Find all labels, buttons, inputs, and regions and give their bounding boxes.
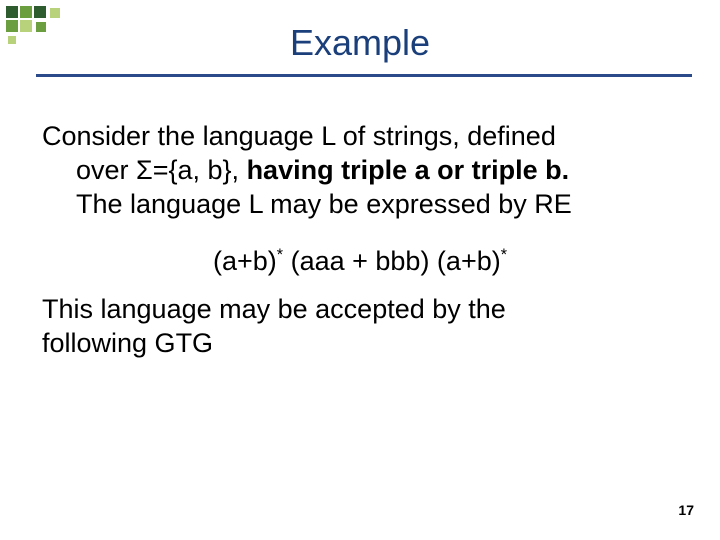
title-underline: [36, 74, 692, 77]
body-text: Consider the language L of strings, defi…: [42, 120, 678, 361]
p1-line2: over Σ={a, b}, having triple a or triple…: [42, 154, 678, 188]
regular-expression: (a+b)* (aaa + bbb) (a+b)*: [42, 245, 678, 279]
p1-line2-bold: having triple a or triple b.: [247, 155, 570, 185]
paragraph-1: Consider the language L of strings, defi…: [42, 120, 678, 221]
paragraph-2: This language may be accepted by the fol…: [42, 293, 678, 361]
re-sup2: *: [501, 246, 507, 264]
slide: Example Consider the language L of strin…: [0, 0, 720, 540]
title-area: Example: [0, 22, 720, 64]
p2-line1: This language may be accepted by the: [42, 293, 678, 327]
p1-line2-prefix: over Σ={a, b},: [76, 155, 247, 185]
re-part2: (aaa + bbb) (a+b): [283, 246, 501, 276]
p1-line1: Consider the language L of strings, defi…: [42, 120, 678, 154]
slide-title: Example: [0, 22, 720, 64]
p1-line3: The language L may be expressed by RE: [42, 188, 678, 222]
re-part1: (a+b): [213, 246, 277, 276]
page-number: 17: [678, 502, 694, 518]
p2-line2: following GTG: [42, 327, 678, 361]
